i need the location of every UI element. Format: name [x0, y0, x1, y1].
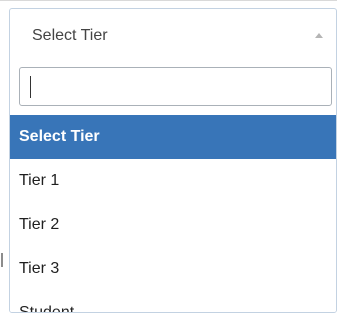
chevron-up-icon[interactable]: [315, 33, 323, 38]
text-cursor: [30, 76, 31, 98]
option-label: Tier 3: [19, 260, 60, 277]
option-label: Student: [19, 304, 75, 313]
option-tier-3[interactable]: Tier 3: [10, 247, 336, 291]
option-select-tier[interactable]: Select Tier: [10, 115, 336, 159]
option-label: Tier 1: [19, 172, 60, 189]
tier-search-box[interactable]: [19, 67, 332, 106]
option-tier-2[interactable]: Tier 2: [10, 203, 336, 247]
selected-value: Select Tier: [32, 27, 108, 44]
tier-select-dropdown[interactable]: Select Tier Select Tier Tier 1 Tier 2 Ti…: [9, 8, 337, 313]
page: Select Tier Select Tier Tier 1 Tier 2 Ti…: [0, 0, 337, 334]
option-student[interactable]: Student: [10, 291, 336, 313]
tier-options-list: Select Tier Tier 1 Tier 2 Tier 3 Student: [10, 115, 336, 313]
option-tier-1[interactable]: Tier 1: [10, 159, 336, 203]
option-label: Select Tier: [19, 128, 100, 145]
background-edge-mark: [1, 253, 3, 267]
option-label: Tier 2: [19, 216, 60, 233]
tier-select-trigger[interactable]: Select Tier: [10, 9, 336, 63]
tier-search-input[interactable]: [28, 76, 308, 98]
top-divider: [0, 0, 337, 1]
